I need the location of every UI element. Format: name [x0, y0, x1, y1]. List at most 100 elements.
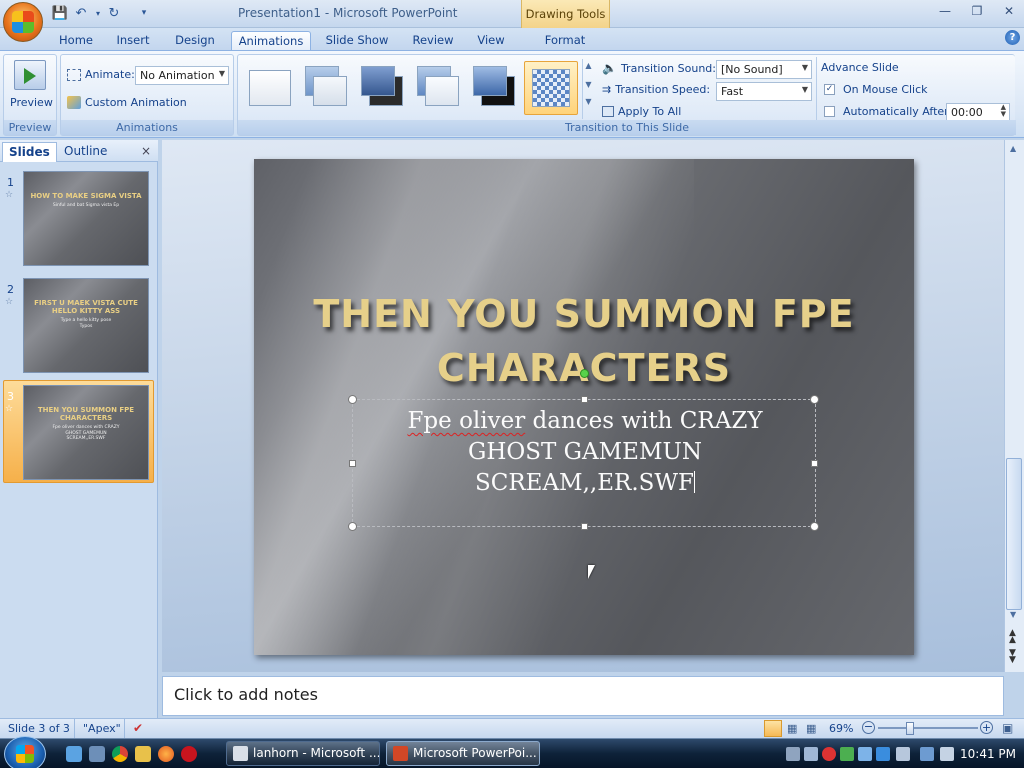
resize-handle[interactable]	[348, 395, 357, 404]
speed-icon: ⇉	[602, 83, 612, 96]
tab-review[interactable]: Review	[405, 31, 461, 50]
current-slide[interactable]: THEN YOU SUMMON FPE CHARACTERS Fpe olive…	[254, 159, 914, 655]
window-icon	[233, 746, 248, 761]
zoom-in-icon[interactable]: +	[980, 721, 993, 734]
tab-format[interactable]: Format	[536, 31, 594, 50]
transition-fade-through-black-thumb[interactable]	[356, 63, 406, 109]
transition-fade-smoothly-thumb[interactable]	[300, 63, 350, 109]
chevron-down-icon: ▼	[218, 69, 225, 78]
ribbon: Preview Preview Animate: No Animation ▼ C…	[0, 50, 1024, 138]
tab-slides[interactable]: Slides	[2, 142, 57, 162]
network-tray-icon[interactable]	[786, 747, 800, 761]
clock[interactable]: 10:41 PM	[960, 747, 1016, 761]
zoom-slider-handle[interactable]	[906, 722, 914, 735]
resize-handle[interactable]	[581, 523, 588, 530]
firefox-icon[interactable]	[158, 746, 174, 762]
checkmark-tray-icon[interactable]	[840, 747, 854, 761]
scroll-up-icon[interactable]: ▲	[1010, 144, 1016, 153]
on-mouse-click-option[interactable]: ✓ On Mouse Click	[824, 83, 928, 96]
rotation-handle[interactable]	[580, 369, 589, 378]
animate-value: No Animation	[140, 69, 215, 82]
slide-thumbnail-1[interactable]: HOW TO MAKE SIGMA VISTA Sinful and bat S…	[23, 171, 149, 266]
windows-logo-icon	[16, 745, 34, 763]
undo-dropdown-icon[interactable]: ▾	[90, 5, 106, 21]
transition-none-thumb[interactable]	[244, 63, 294, 109]
previous-slide-icon[interactable]: ▲ ▲	[1009, 629, 1016, 645]
zoom-slider[interactable]	[878, 727, 978, 729]
tab-slide-show[interactable]: Slide Show	[320, 31, 394, 50]
preview-slide-icon[interactable]	[14, 60, 46, 90]
automatically-after-checkbox[interactable]	[824, 106, 835, 117]
tray-icon[interactable]	[804, 747, 818, 761]
resize-handle[interactable]	[810, 395, 819, 404]
scrollbar-thumb[interactable]	[1006, 458, 1022, 610]
gallery-scroll[interactable]: ▲ ▼ ▼	[582, 59, 594, 119]
taskbar-button-lanhorn[interactable]: lanhorn - Microsoft ...	[226, 741, 380, 766]
slide-thumbnail-3[interactable]: THEN YOU SUMMON FPE CHARACTERS Fpe olive…	[23, 385, 149, 480]
save-icon[interactable]: 💾	[52, 5, 68, 21]
redo-icon[interactable]: ↻	[106, 5, 122, 21]
scroll-down-icon[interactable]: ▼	[1010, 610, 1016, 619]
chrome-icon[interactable]	[112, 746, 128, 762]
undo-icon[interactable]: ↶	[73, 5, 89, 21]
close-icon[interactable]: ✕	[998, 4, 1020, 22]
pane-tabs: Slides Outline ×	[0, 140, 158, 162]
tab-insert[interactable]: Insert	[108, 31, 158, 50]
tab-animations[interactable]: Animations	[231, 31, 311, 50]
resize-handle[interactable]	[348, 522, 357, 531]
switch-windows-icon[interactable]	[89, 746, 105, 762]
spinner-arrows-icon[interactable]: ▲ ▼	[1001, 104, 1006, 118]
automatically-after-option[interactable]: Automatically After:	[824, 105, 952, 118]
tray-icon[interactable]	[876, 747, 890, 761]
slide-thumbnail-2[interactable]: FIRST U MAEK VISTA CUTE HELLO KITTY ASS …	[23, 278, 149, 373]
transition-speed-dropdown[interactable]: Fast ▼	[716, 82, 812, 101]
help-icon[interactable]: ?	[1005, 30, 1020, 45]
slide-sorter-icon[interactable]: ▦	[787, 722, 797, 735]
custom-animation-button[interactable]: Custom Animation	[67, 96, 187, 109]
security-tray-icon[interactable]	[822, 747, 836, 761]
animate-dropdown[interactable]: No Animation ▼	[135, 66, 229, 85]
transition-sound-dropdown[interactable]: [No Sound] ▼	[716, 60, 812, 79]
volume-icon[interactable]	[940, 747, 954, 761]
show-desktop-icon[interactable]	[66, 746, 82, 762]
fit-to-window-icon[interactable]: ▣	[1002, 721, 1013, 735]
slide-title[interactable]: THEN YOU SUMMON FPE CHARACTERS	[284, 287, 884, 395]
zoom-level[interactable]: 69%	[829, 722, 853, 735]
next-slide-icon[interactable]: ▼ ▼	[1009, 649, 1016, 665]
restore-icon[interactable]: ❐	[966, 4, 988, 22]
notes-pane[interactable]: Click to add notes	[162, 676, 1004, 716]
tray-icon[interactable]	[896, 747, 910, 761]
zoom-out-icon[interactable]: −	[862, 721, 875, 734]
tab-design[interactable]: Design	[166, 31, 224, 50]
network-status-icon[interactable]	[920, 747, 934, 761]
tray-icon[interactable]	[858, 747, 872, 761]
tab-home[interactable]: Home	[50, 31, 102, 50]
folder-icon[interactable]	[135, 746, 151, 762]
transition-cut-through-black-thumb[interactable]	[468, 63, 518, 109]
taskbar-button-powerpoint[interactable]: Microsoft PowerPoi...	[386, 741, 540, 766]
tab-outline[interactable]: Outline	[58, 142, 113, 162]
transition-cut-thumb[interactable]	[412, 63, 462, 109]
slide-show-icon[interactable]: ▦	[806, 722, 816, 735]
start-button[interactable]	[4, 736, 46, 768]
transition-dissolve-thumb-selected[interactable]	[524, 61, 578, 115]
body-text-box[interactable]: Fpe oliver dances with CRAZY GHOST GAMEM…	[348, 369, 819, 531]
preview-button[interactable]: Preview	[10, 96, 53, 109]
apply-to-all-button[interactable]: Apply To All	[602, 105, 681, 118]
resize-handle[interactable]	[810, 522, 819, 531]
close-pane-icon[interactable]: ×	[141, 144, 151, 158]
on-mouse-click-checkbox[interactable]: ✓	[824, 84, 835, 95]
minimize-icon[interactable]: —	[934, 4, 956, 22]
opera-icon[interactable]	[181, 746, 197, 762]
customize-qat-icon[interactable]: ▾	[136, 5, 152, 21]
thumb-title: THEN YOU SUMMON FPE CHARACTERS	[37, 406, 135, 422]
spelling-check-icon[interactable]: ✔	[133, 721, 143, 735]
office-button[interactable]	[3, 2, 43, 42]
resize-handle[interactable]	[581, 396, 588, 403]
slide-body-text[interactable]: Fpe oliver dances with CRAZY GHOST GAMEM…	[353, 406, 817, 499]
resize-handle[interactable]	[811, 460, 818, 467]
transition-star-icon: ☆	[5, 404, 14, 414]
tab-view[interactable]: View	[468, 31, 514, 50]
resize-handle[interactable]	[349, 460, 356, 467]
normal-view-icon[interactable]	[764, 720, 782, 737]
